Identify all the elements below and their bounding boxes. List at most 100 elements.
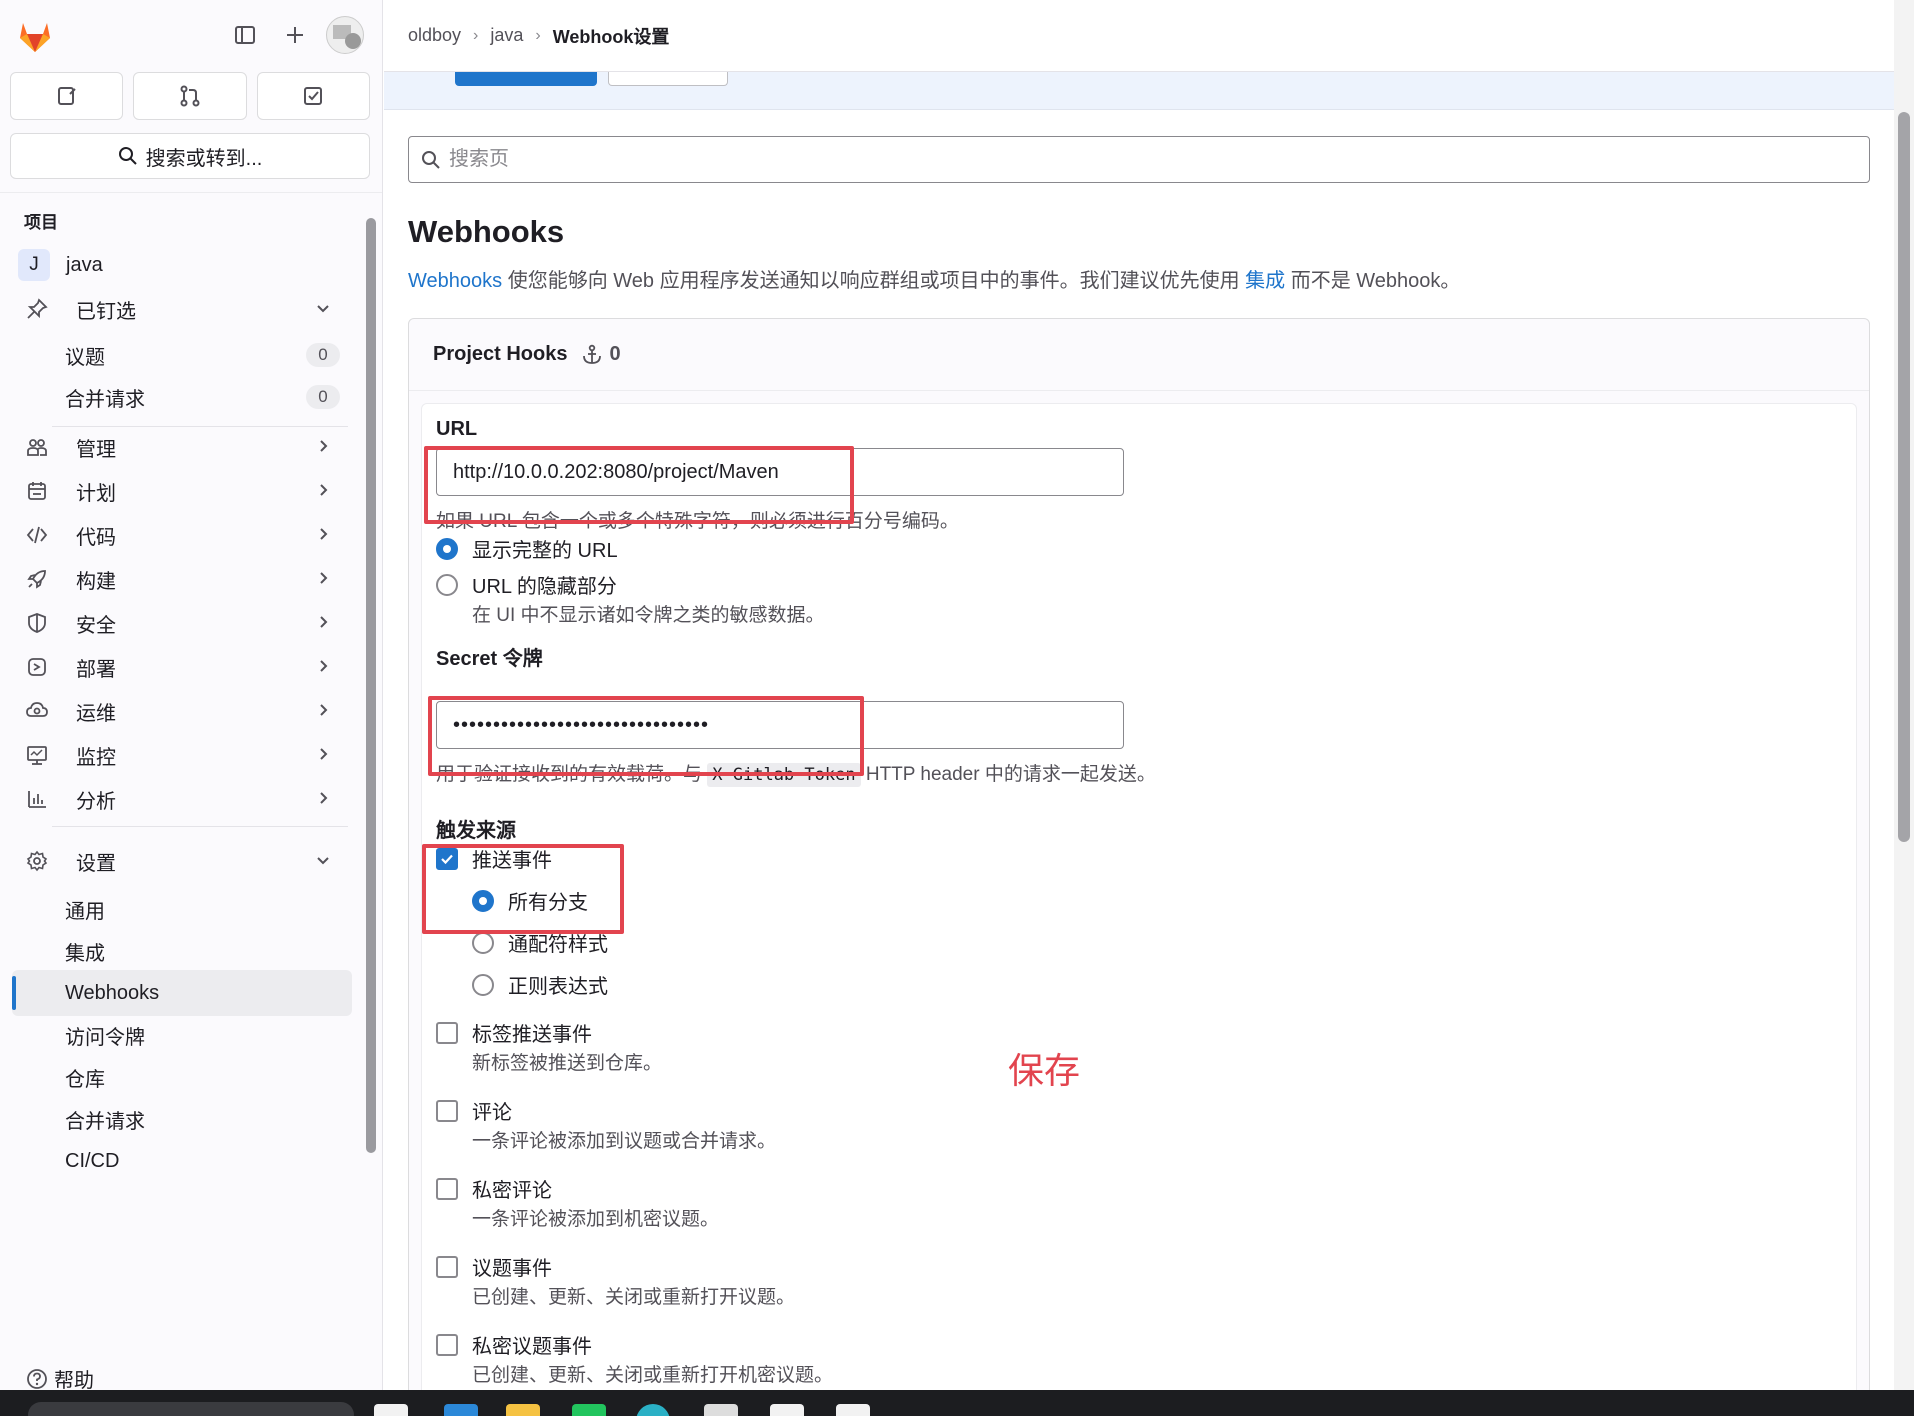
gitlab-logo-icon[interactable] [14, 14, 56, 56]
option-label: 显示完整的 URL [472, 540, 618, 562]
option-label: 标签推送事件 [472, 1024, 592, 1046]
sidebar-item-build[interactable]: 构建 [12, 556, 352, 602]
event-desc: 一条评论被添加到机密议题。 [472, 1209, 720, 1230]
sidebar-item-cicd[interactable]: CI/CD [12, 1138, 352, 1184]
secret-help-text: 用于验证接收到的有效载荷。与 X-Gitlab-Token HTTP heade… [436, 759, 1156, 787]
sidebar-item-label: 监控 [76, 746, 116, 769]
chevron-down-icon [314, 851, 332, 875]
sidebar-item-webhooks[interactable]: Webhooks [12, 970, 352, 1016]
breadcrumb-item-project[interactable]: java [490, 25, 523, 46]
card-title: Project Hooks [433, 343, 568, 365]
webhooks-docs-link[interactable]: Webhooks [408, 270, 502, 292]
sidebar-item-analyze[interactable]: 分析 [12, 776, 352, 822]
integrations-link[interactable]: 集成 [1245, 270, 1285, 292]
todos-shortcut-button[interactable] [256, 72, 370, 120]
merge-requests-shortcut-button[interactable] [133, 72, 247, 120]
sidebar-item-project[interactable]: J java [12, 242, 352, 288]
sidebar-scrollbar[interactable] [366, 218, 376, 1153]
issues-shortcut-button[interactable] [10, 72, 124, 120]
radio-regex[interactable]: 正则表达式 [472, 970, 608, 999]
event-desc: 已创建、更新、关闭或重新打开机密议题。 [472, 1365, 834, 1386]
taskbar-search[interactable] [28, 1402, 354, 1416]
taskbar-app-icon[interactable] [704, 1404, 738, 1416]
page-scrollbar[interactable] [1894, 0, 1914, 1390]
checkbox-issue-events[interactable]: 议题事件 [436, 1252, 552, 1281]
description-text: 使您能够向 Web 应用程序发送通知以响应群组或项目中的事件。我们建议优先使用 [502, 270, 1246, 292]
radio-show-full-url[interactable]: 显示完整的 URL [436, 534, 618, 563]
taskbar-app-icon[interactable] [770, 1404, 804, 1416]
page-scrollbar-thumb[interactable] [1898, 112, 1910, 842]
sidebar-item-access-tokens[interactable]: 访问令牌 [12, 1012, 352, 1058]
sidebar-item-repository[interactable]: 仓库 [12, 1054, 352, 1100]
checkbox-icon [436, 1021, 458, 1044]
checkbox-icon [436, 1255, 458, 1278]
sidebar-divider [0, 192, 382, 193]
checkbox-push-events[interactable]: 推送事件 [436, 844, 552, 873]
monitor-icon [22, 744, 52, 766]
taskbar-app-icon[interactable] [636, 1404, 670, 1416]
banner-primary-button[interactable] [455, 72, 597, 86]
taskbar-app-icon[interactable] [374, 1404, 408, 1416]
project-avatar: J [18, 249, 50, 281]
url-input[interactable]: http://10.0.0.202:8080/project/Maven [436, 448, 1124, 496]
radio-mask-url[interactable]: URL 的隐藏部分 [436, 570, 617, 599]
cloud-gear-icon [22, 700, 52, 722]
sidebar-item-label: 集成 [65, 942, 105, 965]
sidebar-item-integrations[interactable]: 集成 [12, 928, 352, 974]
sidebar-item-plan[interactable]: 计划 [12, 468, 352, 514]
sidebar-toggle-icon[interactable] [230, 20, 260, 50]
breadcrumb-separator: › [473, 26, 479, 44]
radio-wildcard-pattern[interactable]: 通配符样式 [472, 928, 608, 957]
sidebar-item-issues[interactable]: 议题 0 [12, 332, 352, 378]
taskbar-app-icon[interactable] [836, 1404, 870, 1416]
option-label: 议题事件 [472, 1258, 552, 1280]
sidebar-item-label: 合并请求 [65, 1110, 145, 1133]
sidebar: 搜索或转到... 项目 J java 已钉选 议题 0 合并请求 0 管理 计划… [0, 0, 383, 1390]
taskbar-app-icon[interactable] [572, 1404, 606, 1416]
checkbox-tag-push-events[interactable]: 标签推送事件 [436, 1018, 592, 1047]
checkbox-confidential-issue-events[interactable]: 私密议题事件 [436, 1330, 592, 1359]
sidebar-item-settings[interactable]: 设置 [12, 838, 352, 884]
sidebar-item-monitor[interactable]: 监控 [12, 732, 352, 778]
search-icon [422, 150, 440, 169]
sidebar-item-general[interactable]: 通用 [12, 886, 352, 932]
sidebar-item-label: 管理 [76, 438, 116, 461]
sidebar-search-button[interactable]: 搜索或转到... [10, 133, 370, 179]
sidebar-item-settings-merge-requests[interactable]: 合并请求 [12, 1096, 352, 1142]
checkbox-confidential-comments[interactable]: 私密评论 [436, 1174, 552, 1203]
sidebar-item-merge-requests[interactable]: 合并请求 0 [12, 374, 352, 420]
page-title: Webhooks [408, 214, 565, 249]
plus-icon[interactable] [280, 20, 310, 50]
section-label-project: 项目 [24, 213, 58, 232]
breadcrumb-item-group[interactable]: oldboy [408, 25, 461, 46]
sidebar-item-pinned[interactable]: 已钉选 [12, 286, 352, 332]
taskbar-app-icon[interactable] [444, 1404, 478, 1416]
sidebar-item-label: 合并请求 [65, 388, 145, 411]
checkbox-icon [436, 1333, 458, 1356]
radio-icon [436, 537, 458, 560]
checkbox-comments[interactable]: 评论 [436, 1096, 512, 1125]
option-label: 所有分支 [508, 892, 588, 914]
sidebar-item-code[interactable]: 代码 [12, 512, 352, 558]
users-icon [22, 436, 52, 458]
sidebar-item-deploy[interactable]: 部署 [12, 644, 352, 690]
chevron-right-icon [314, 701, 332, 725]
sidebar-item-label: 设置 [76, 852, 116, 875]
secret-token-input[interactable]: •••••••••••••••••••••••••••••••• [436, 701, 1124, 749]
settings-search-input[interactable] [449, 148, 1849, 171]
help-button[interactable]: 帮助 [26, 1364, 94, 1390]
anchor-icon [583, 344, 602, 364]
folder-icon[interactable] [506, 1404, 540, 1416]
sidebar-item-label: 安全 [76, 614, 116, 637]
sidebar-item-security[interactable]: 安全 [12, 600, 352, 646]
deploy-icon [22, 656, 52, 678]
sidebar-item-label: 访问令牌 [65, 1026, 145, 1049]
chevron-right-icon [314, 657, 332, 681]
sidebar-item-operate[interactable]: 运维 [12, 688, 352, 734]
sidebar-item-manage[interactable]: 管理 [12, 424, 352, 470]
banner-secondary-button[interactable] [608, 72, 728, 86]
user-avatar[interactable] [326, 16, 364, 54]
breadcrumb-item-current[interactable]: Webhook设置 [553, 23, 670, 49]
radio-all-branches[interactable]: 所有分支 [472, 886, 588, 915]
secret-help-suffix: HTTP header 中的请求一起发送。 [860, 764, 1156, 785]
